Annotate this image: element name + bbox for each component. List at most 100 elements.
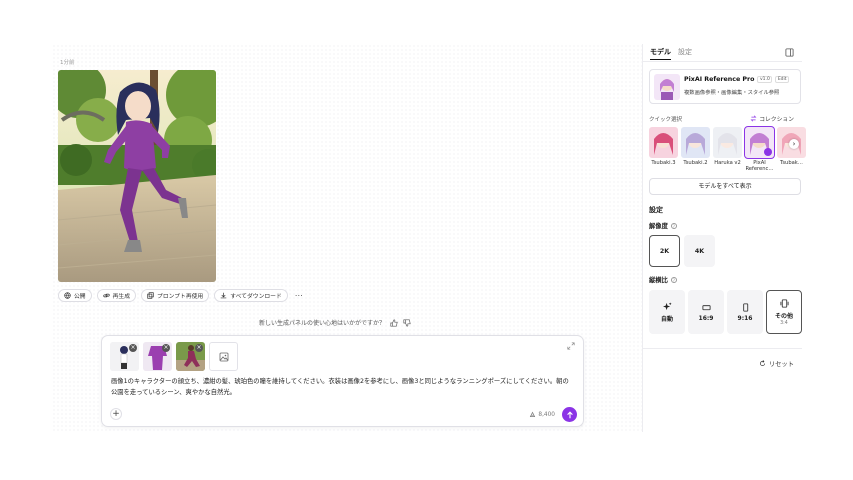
runner-illustration xyxy=(58,70,216,282)
settings-sidebar: モデル 設定 PixAI Reference Pro v1.0 Edit 複数画… xyxy=(643,44,806,432)
resolution-4k[interactable]: 4K xyxy=(684,235,715,267)
prompt-panel: × × × 画像1のキャラクターの顔立ち、濃紺の髪、琥珀色の瞳を維持してください… xyxy=(101,335,584,427)
quick-model-list: Tsubaki.3 Tsubaki.2 Haruka v2 PixAI Refe… xyxy=(649,126,806,172)
collection-link[interactable]: コレクション xyxy=(750,114,794,123)
expand-icon[interactable] xyxy=(567,342,575,350)
version-badge: v1.0 xyxy=(757,76,773,83)
model-chip[interactable]: Tsubaki.3 xyxy=(649,127,678,172)
add-button[interactable]: + xyxy=(110,408,122,420)
generated-image[interactable] xyxy=(58,70,216,282)
publish-label: 公開 xyxy=(74,294,86,300)
resolution-label: 解像度 ? xyxy=(649,221,677,230)
ratio-16-9[interactable]: 16:9 xyxy=(688,290,724,334)
model-chip-thumbnail xyxy=(713,127,742,158)
thumbs-down-icon[interactable] xyxy=(403,318,411,327)
prompt-input[interactable]: 画像1のキャラクターの顔立ち、濃紺の髪、琥珀色の瞳を維持してください。衣装は画像… xyxy=(111,377,573,398)
reuse-prompt-label: プロンプト再使用 xyxy=(157,294,204,300)
model-thumbnail xyxy=(654,74,680,100)
ratio-other-label: その他 xyxy=(774,312,793,320)
aspect-ratio-options: 自動 16:9 9:16 その他 3:4 xyxy=(649,290,802,334)
ratio-9-16-label: 9:16 xyxy=(737,314,753,322)
reference-image-3[interactable]: × xyxy=(176,342,205,371)
ratio-auto[interactable]: 自動 xyxy=(649,290,685,334)
resolution-label-text: 解像度 xyxy=(649,223,668,230)
model-chip-thumbnail xyxy=(681,127,710,158)
send-button[interactable] xyxy=(562,407,577,422)
model-chip-label: Tsubaki.3 xyxy=(651,160,676,166)
ratio-other[interactable]: その他 3:4 xyxy=(766,290,802,334)
portrait-icon xyxy=(742,302,748,312)
app-window: 1分前 公開 再生成 プロンプト再使用 すべてダウンロード ⋯ 新しい生成パネル… xyxy=(52,44,806,432)
aspect-ratio-label-text: 縦横比 xyxy=(649,277,668,284)
selected-model-card[interactable]: PixAI Reference Pro v1.0 Edit 複数画像参照・画像編… xyxy=(649,69,801,104)
swap-icon xyxy=(750,115,757,122)
download-all-button[interactable]: すべてダウンロード xyxy=(214,289,288,302)
show-all-models-button[interactable]: モデルをすべて表示 xyxy=(649,178,801,195)
copy-icon xyxy=(147,292,154,299)
globe-icon xyxy=(64,292,71,299)
resolution-2k[interactable]: 2K xyxy=(649,235,680,267)
feedback-question: 新しい生成パネルの使い心地はいかがですか？ xyxy=(259,320,386,327)
settings-heading: 設定 xyxy=(649,206,663,214)
chevron-right-icon[interactable]: › xyxy=(789,139,799,149)
feedback-bar: 新しい生成パネルの使い心地はいかがですか？ xyxy=(259,318,411,327)
reference-image-1[interactable]: × xyxy=(110,342,139,371)
regenerate-button[interactable]: 再生成 xyxy=(96,289,137,302)
edit-badge: Edit xyxy=(775,76,790,83)
credit-counter: 8,400 xyxy=(529,411,555,418)
tab-settings[interactable]: 設定 xyxy=(678,47,692,60)
info-icon[interactable]: ? xyxy=(670,222,677,229)
publish-button[interactable]: 公開 xyxy=(58,289,92,302)
landscape-icon xyxy=(701,304,711,310)
model-chip[interactable]: Tsubaki.2 xyxy=(681,127,710,172)
model-chip-selected[interactable]: PixAI Referenc… xyxy=(744,126,775,172)
remove-reference-icon[interactable]: × xyxy=(162,344,170,352)
quick-select-label: クイック選択 xyxy=(649,117,683,123)
sparkle-icon xyxy=(662,301,672,310)
thumbs-up-icon[interactable] xyxy=(390,318,398,327)
image-actions: 公開 再生成 プロンプト再使用 すべてダウンロード ⋯ xyxy=(58,289,303,302)
credit-icon xyxy=(530,411,536,417)
regenerate-label: 再生成 xyxy=(112,294,131,300)
model-chip[interactable]: Haruka v2 xyxy=(713,127,742,172)
generation-canvas: 1分前 公開 再生成 プロンプト再使用 すべてダウンロード ⋯ 新しい生成パネル… xyxy=(52,44,642,432)
resolution-options: 2K 4K xyxy=(649,235,715,267)
link-icon xyxy=(102,293,110,298)
reset-button[interactable]: リセット xyxy=(759,359,794,368)
ratio-other-value: 3:4 xyxy=(780,320,788,326)
aspect-ratio-label: 縦横比 ? xyxy=(649,275,677,284)
ratio-9-16[interactable]: 9:16 xyxy=(727,290,763,334)
model-description: 複数画像参照・画像編集・スタイル参照 xyxy=(684,90,780,96)
generation-time: 1分前 xyxy=(60,60,75,66)
sidebar-divider xyxy=(643,348,802,349)
reference-images: × × × xyxy=(110,342,238,371)
remove-reference-icon[interactable]: × xyxy=(195,344,203,352)
collapse-panel-icon[interactable] xyxy=(785,48,794,57)
arrow-up-icon xyxy=(566,410,573,418)
model-name-text: PixAI Reference Pro xyxy=(684,76,755,83)
model-chip-label: Haruka v2 xyxy=(714,160,741,166)
add-reference-button[interactable] xyxy=(209,342,238,371)
reset-icon xyxy=(759,360,765,366)
collection-label: コレクション xyxy=(759,117,794,123)
custom-ratio-icon xyxy=(779,298,789,308)
image-add-icon xyxy=(219,352,228,361)
download-icon xyxy=(220,292,227,299)
info-icon[interactable]: ? xyxy=(670,276,677,283)
model-chip-label: Tsubak… xyxy=(780,160,803,166)
download-all-label: すべてダウンロード xyxy=(230,294,282,300)
more-options-icon[interactable]: ⋯ xyxy=(293,289,303,302)
tab-model[interactable]: モデル xyxy=(650,47,671,60)
ratio-16-9-label: 16:9 xyxy=(698,314,714,322)
remove-reference-icon[interactable]: × xyxy=(129,344,137,352)
model-chip-label: Tsubaki.2 xyxy=(683,160,708,166)
model-name: PixAI Reference Pro v1.0 Edit xyxy=(684,76,790,83)
model-chip[interactable]: Tsubak… xyxy=(777,127,806,172)
reset-label: リセット xyxy=(768,361,794,368)
model-chip-thumbnail xyxy=(649,127,678,158)
credit-value: 8,400 xyxy=(538,411,555,418)
reference-image-2[interactable]: × xyxy=(143,342,172,371)
reuse-prompt-button[interactable]: プロンプト再使用 xyxy=(141,289,210,302)
model-chip-thumbnail xyxy=(744,126,775,159)
model-chip-label: PixAI Referenc… xyxy=(745,160,774,172)
